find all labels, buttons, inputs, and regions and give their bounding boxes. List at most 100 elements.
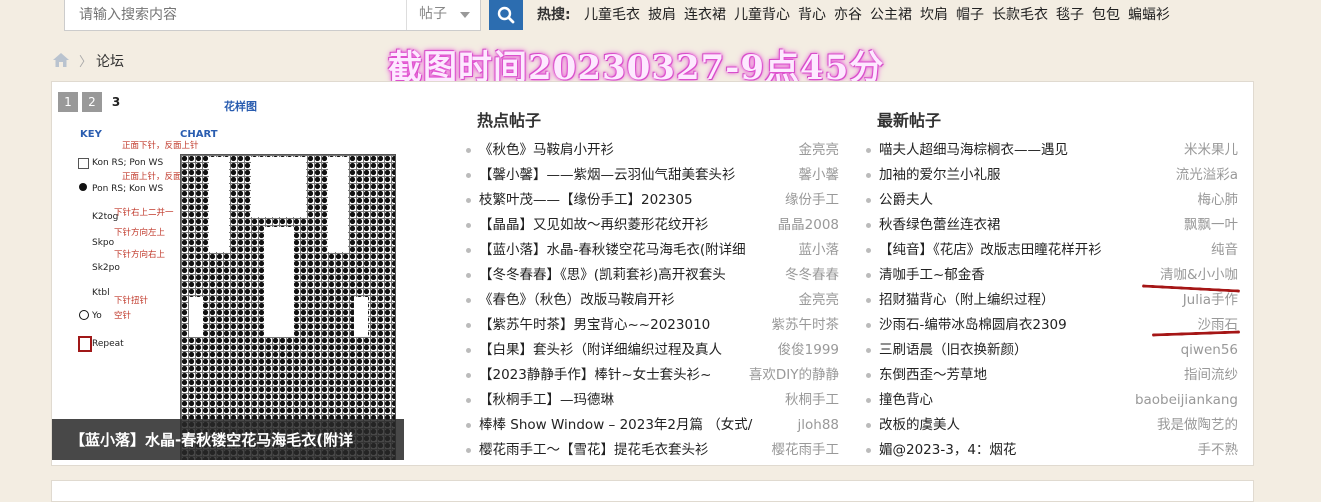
hot-search-link[interactable]: 背心 <box>798 7 826 23</box>
post-title-link[interactable]: 招财猫背心（附上编织过程） <box>879 288 1055 313</box>
post-title-link[interactable]: 秋香绿色蕾丝连衣裙 <box>879 213 1001 238</box>
slider-page-1[interactable]: 1 <box>58 92 78 112</box>
search-input[interactable] <box>65 0 405 30</box>
post-title-link[interactable]: 公爵夫人 <box>879 188 933 213</box>
hot-search-link[interactable]: 蝙蝠衫 <box>1128 7 1170 23</box>
post-author-link[interactable]: 清咖&小小咖 <box>1160 263 1238 288</box>
post-title-link[interactable]: 【蓝小落】水晶-春秋镂空花马海毛衣(附详细 <box>479 238 746 263</box>
hot-search-link[interactable]: 披肩 <box>648 7 676 23</box>
bullet-icon <box>866 273 871 278</box>
key-item: Repeat <box>92 339 124 349</box>
post-author-link[interactable]: 蓝小落 <box>799 238 840 263</box>
hot-search-link[interactable]: 包包 <box>1092 7 1120 23</box>
hot-posts-list: 《秋色》马鞍肩小开衫 金亮亮 【馨小馨】——紫烟—云羽仙气甜美套头衫 馨小馨 枝繁叶… <box>466 138 839 463</box>
post-title-link[interactable]: 【白果】套头衫（附详细编织过程及真人 <box>479 338 722 363</box>
post-title-link[interactable]: 《秋色》马鞍肩小开衫 <box>479 138 614 163</box>
post-author-link[interactable]: 馨小馨 <box>799 163 840 188</box>
post-title-link[interactable]: 加袖的爱尔兰小礼服 <box>879 163 1001 188</box>
post-author-link[interactable]: 纯音 <box>1211 238 1238 263</box>
post-title-link[interactable]: 东倒西歪～芳草地 <box>879 363 987 388</box>
bullet-icon <box>466 173 471 178</box>
post-title-link[interactable]: 三刷语晨（旧衣换新颜） <box>879 338 1028 363</box>
chevron-down-icon <box>460 12 470 18</box>
post-title-link[interactable]: 枝繁叶茂——【缘份手工】202305 <box>479 188 693 213</box>
list-item: 加袖的爱尔兰小礼服 流光溢彩a <box>866 163 1238 188</box>
key-symbol <box>79 310 89 320</box>
post-author-link[interactable]: 金亮亮 <box>799 138 840 163</box>
post-title-link[interactable]: 《春色》（秋色）改版马鞍肩开衫 <box>479 288 675 313</box>
post-author-link[interactable]: baobeijiankang <box>1135 388 1238 413</box>
post-author-link[interactable]: 晶晶2008 <box>778 213 839 238</box>
post-author-link[interactable]: 飘飘一叶 <box>1184 213 1238 238</box>
bullet-icon <box>466 198 471 203</box>
bullet-icon <box>466 148 471 153</box>
key-note: 下针方向左上 <box>114 228 166 238</box>
bullet-icon <box>866 148 871 153</box>
key-item: Pon RS; Kon WS <box>92 184 164 194</box>
list-item: 【纯音】《花店》改版志田瞳花样开衫 纯音 <box>866 238 1238 263</box>
bullet-icon <box>866 448 871 453</box>
post-author-link[interactable]: 紫苏午时茶 <box>772 313 840 338</box>
post-title-link[interactable]: 棒棒 Show Window – 2023年2月篇 （女式/ <box>479 413 752 438</box>
post-author-link[interactable]: 樱花雨手工 <box>772 438 840 463</box>
hot-search-link[interactable]: 坎肩 <box>920 7 948 23</box>
slider-page-2[interactable]: 2 <box>82 92 102 112</box>
post-author-link[interactable]: 米米果儿 <box>1184 138 1238 163</box>
list-item: 三刷语晨（旧衣换新颜） qiwen56 <box>866 338 1238 363</box>
post-title-link[interactable]: 沙雨石-编带冰岛棉圆肩衣2309 <box>879 313 1067 338</box>
post-author-link[interactable]: 金亮亮 <box>799 288 840 313</box>
post-title-link[interactable]: 【纯音】《花店》改版志田瞳花样开衫 <box>879 238 1102 263</box>
search-type-select[interactable]: 帖子 <box>406 0 480 30</box>
post-author-link[interactable]: 冬冬春春 <box>785 263 839 288</box>
post-title-link[interactable]: 改板的虞美人 <box>879 413 960 438</box>
post-author-link[interactable]: 流光溢彩a <box>1176 163 1238 188</box>
post-author-link[interactable]: 手不熟 <box>1198 438 1239 463</box>
hot-search-link[interactable]: 公主裙 <box>870 7 912 23</box>
featured-slider[interactable]: 1 2 3 花样图 KEY CHART 正面下针，反面上针 Kon RS; Po… <box>52 82 404 460</box>
post-author-link[interactable]: 梅心肺 <box>1198 188 1239 213</box>
post-author-link[interactable]: 喜欢DIY的静静 <box>749 363 839 388</box>
key-note: 下针扭针 <box>114 296 149 306</box>
post-title-link[interactable]: 【紫苏午时茶】男宝背心~~2023010 <box>479 313 710 338</box>
post-author-link[interactable]: 指间流纱 <box>1184 363 1238 388</box>
post-title-link[interactable]: 樱花雨手工～【雪花】提花毛衣套头衫 <box>479 438 709 463</box>
hot-search-link[interactable]: 儿童背心 <box>734 7 790 23</box>
slider-caption[interactable]: 【蓝小落】水晶-春秋镂空花马海毛衣(附详 <box>52 419 404 460</box>
post-title-link[interactable]: 媚@2023-3，4：烟花 <box>879 438 1016 463</box>
list-item: 【白果】套头衫（附详细编织过程及真人 俊俊1999 <box>466 338 839 363</box>
post-author-link[interactable]: qiwen56 <box>1181 338 1238 363</box>
post-title-link[interactable]: 【秋桐手工】—玛德琳 <box>479 388 614 413</box>
post-title-link[interactable]: 清咖手工~郁金香 <box>879 263 985 288</box>
bullet-icon <box>466 298 471 303</box>
breadcrumb-forum-link[interactable]: 论坛 <box>96 51 124 71</box>
post-author-link[interactable]: 俊俊1999 <box>778 338 839 363</box>
slider-page-3[interactable]: 3 <box>106 92 126 112</box>
bullet-icon <box>866 173 871 178</box>
hot-search-link[interactable]: 儿童毛衣 <box>584 7 640 23</box>
post-title-link[interactable]: 喵夫人超细马海棕榈衣——遇见 <box>879 138 1068 163</box>
hot-search-link[interactable]: 长款毛衣 <box>992 7 1048 23</box>
post-author-link[interactable]: jloh88 <box>798 413 840 438</box>
hot-search-link[interactable]: 帽子 <box>956 7 984 23</box>
post-title-link[interactable]: 【2023静静手作】棒针~女士套头衫~ <box>479 363 711 388</box>
post-author-link[interactable]: 秋桐手工 <box>785 388 839 413</box>
post-author-link[interactable]: 缘份手工 <box>785 188 839 213</box>
hot-search-link[interactable]: 连衣裙 <box>684 7 726 23</box>
list-item: 【2023静静手作】棒针~女士套头衫~ 喜欢DIY的静静 <box>466 363 839 388</box>
bullet-icon <box>866 348 871 353</box>
post-title-link[interactable]: 【晶晶】又见如故～再织菱形花纹开衫 <box>479 213 709 238</box>
post-title-link[interactable]: 【馨小馨】——紫烟—云羽仙气甜美套头衫 <box>479 163 736 188</box>
hot-search-link[interactable]: 亦谷 <box>834 7 862 23</box>
list-item: 改板的虞美人 我是做陶艺的 <box>866 413 1238 438</box>
bullet-icon <box>466 323 471 328</box>
post-title-link[interactable]: 撞色背心 <box>879 388 933 413</box>
post-title-link[interactable]: 【冬冬春春】《思》(凯莉套衫)高开衩套头 <box>479 263 726 288</box>
bullet-icon <box>866 323 871 328</box>
key-item: Kon RS; Pon WS <box>92 158 164 168</box>
home-icon[interactable] <box>52 52 70 68</box>
hot-search-link[interactable]: 毯子 <box>1056 7 1084 23</box>
post-author-link[interactable]: 我是做陶艺的 <box>1157 413 1238 438</box>
list-item: 【晶晶】又见如故～再织菱形花纹开衫 晶晶2008 <box>466 213 839 238</box>
search-button[interactable] <box>489 0 523 30</box>
hot-search-links: 儿童毛衣 披肩 连衣裙 儿童背心 背心 亦谷 公主裙 坎肩 帽子 长款毛衣 毯子 包包 蝙蝠衫 <box>584 4 1178 24</box>
